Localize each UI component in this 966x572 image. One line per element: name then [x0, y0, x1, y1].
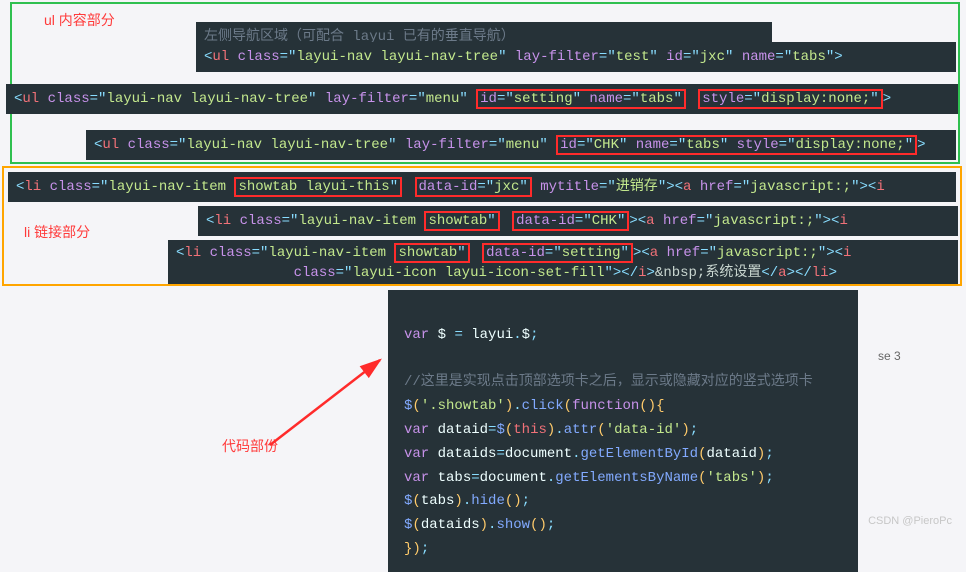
- code-comment: //这里是实现点击顶部选项卡之后，显示或隐藏对应的竖式选项卡: [404, 374, 813, 390]
- code-strip-li-setting[interactable]: <li class="layui-nav-item showtab" data-…: [168, 240, 958, 284]
- code-section-label: 代码部份: [222, 436, 278, 456]
- annotation-arrow-icon: [260, 350, 400, 465]
- code-strip-ul-jxc[interactable]: <ul class="layui-nav layui-nav-tree" lay…: [196, 42, 956, 72]
- code-strip-li-jxc[interactable]: <li class="layui-nav-item showtab layui-…: [8, 172, 956, 202]
- code-strip-ul-setting[interactable]: <ul class="layui-nav layui-nav-tree" lay…: [6, 84, 958, 114]
- code-strip-li-chk[interactable]: <li class="layui-nav-item showtab" data-…: [198, 206, 958, 236]
- ul-section-label: ul 内容部分: [44, 10, 115, 30]
- watermark: CSDN @PieroPc: [868, 515, 952, 527]
- js-code-block[interactable]: var $ = layui.$; //这里是实现点击顶部选项卡之后，显示或隐藏对…: [388, 290, 858, 572]
- li-section-label: li 链接部分: [24, 222, 90, 242]
- code-strip-ul-chk[interactable]: <ul class="layui-nav layui-nav-tree" lay…: [86, 130, 956, 160]
- bg-text-se3: se 3: [878, 349, 901, 363]
